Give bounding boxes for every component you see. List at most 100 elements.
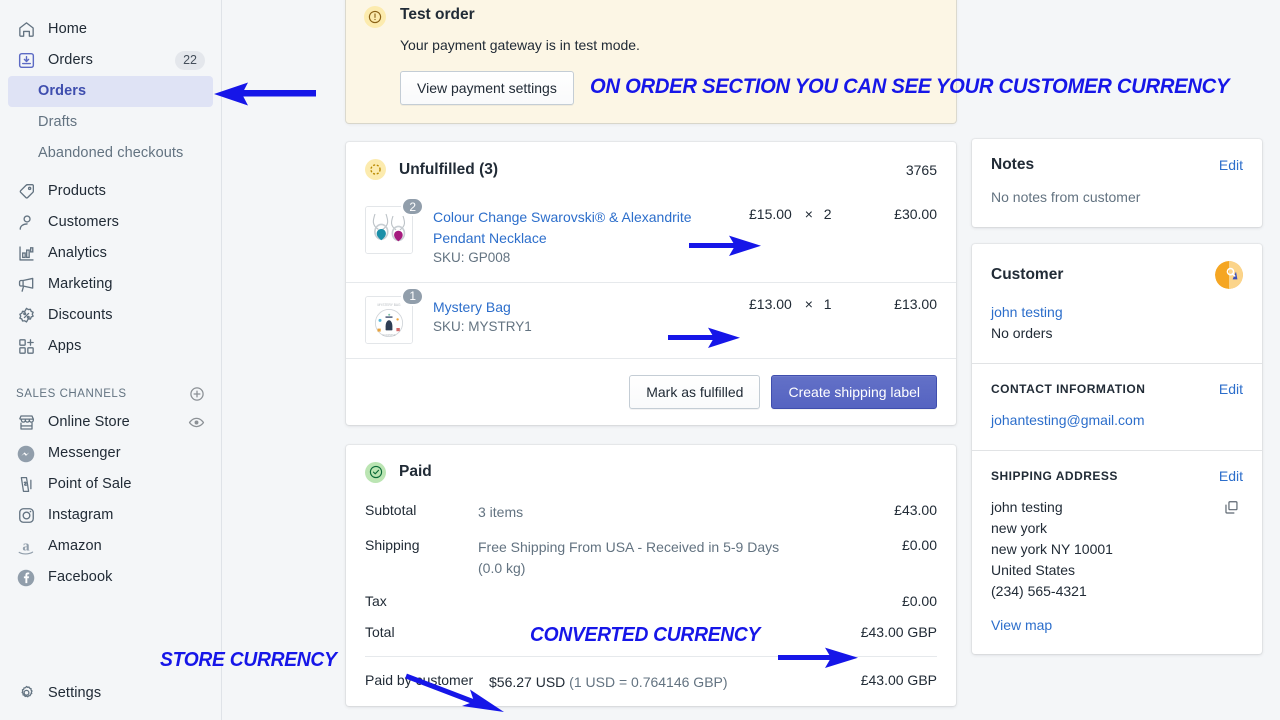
- contact-title: CONTACT INFORMATION: [991, 382, 1146, 396]
- row-value: £0.00: [901, 592, 937, 609]
- banner-body-text: Your payment gateway is in test mode.: [400, 37, 640, 53]
- sidebar-item-amazon[interactable]: a Amazon: [8, 531, 213, 562]
- sales-channels-label: SALES CHANNELS: [16, 388, 127, 400]
- row-key: Tax: [365, 592, 387, 609]
- person-icon: [16, 213, 36, 233]
- test-order-banner: Test order Your payment gateway is in te…: [346, 0, 956, 124]
- payment-row-paid-by-customer: Paid by customer $56.27 USD (1 USD = 0.7…: [365, 657, 937, 700]
- customer-avatar-icon: [1215, 261, 1243, 289]
- sidebar-item-products[interactable]: Products: [8, 176, 213, 207]
- payment-row-tax: Tax £0.00: [365, 586, 937, 616]
- sidebar-item-drafts[interactable]: Drafts: [8, 107, 213, 138]
- banner-header: Test order: [364, 5, 938, 28]
- payment-rows: Subtotal 3 items £43.00 Shipping Free Sh…: [346, 495, 956, 706]
- row-key: Total: [365, 623, 395, 640]
- mark-as-fulfilled-button[interactable]: Mark as fulfilled: [629, 374, 761, 409]
- sidebar-item-label: Messenger: [48, 445, 121, 462]
- create-shipping-label-button[interactable]: Create shipping label: [771, 374, 937, 409]
- customer-title: Customer: [991, 266, 1064, 283]
- shipping-header: SHIPPING ADDRESS Edit: [991, 468, 1243, 484]
- notes-card: Notes Edit No notes from customer: [972, 139, 1262, 227]
- view-payment-settings-button[interactable]: View payment settings: [400, 71, 574, 106]
- row-detail: Free Shipping From USA - Received in 5-9…: [478, 538, 780, 576]
- notes-title: Notes: [991, 156, 1035, 173]
- edit-shipping-link[interactable]: Edit: [1219, 468, 1243, 484]
- sidebar-item-label: Customers: [48, 214, 119, 231]
- customer-email-link[interactable]: johantesting@gmail.com: [991, 412, 1145, 428]
- facebook-icon: [16, 568, 36, 588]
- warning-exclamation-icon: [364, 6, 386, 28]
- sidebar-item-discounts[interactable]: Discounts: [8, 300, 213, 331]
- sidebar-item-settings[interactable]: Settings: [8, 678, 212, 709]
- sidebar-item-customers[interactable]: Customers: [8, 207, 213, 238]
- payment-card: Paid Subtotal 3 items £43.00 Shipping Fr…: [346, 444, 956, 706]
- line-item-total: £30.00: [894, 206, 937, 223]
- tag-icon: [16, 182, 36, 202]
- row-key: Shipping: [365, 536, 420, 553]
- copy-icon[interactable]: [1223, 497, 1243, 602]
- row-value: £43.00: [894, 501, 937, 518]
- messenger-icon: [16, 444, 36, 464]
- view-map-link[interactable]: View map: [991, 617, 1052, 633]
- edit-notes-link[interactable]: Edit: [1219, 157, 1243, 173]
- customer-name-link[interactable]: john testing: [991, 302, 1243, 323]
- address-line: new york: [991, 520, 1048, 536]
- check-circle-icon: [365, 461, 386, 483]
- contact-body: johantesting@gmail.com: [991, 410, 1243, 431]
- sidebar-item-label: Analytics: [48, 245, 107, 262]
- line-item-unit-price: £13.00: [749, 295, 792, 312]
- sidebar-item-point-of-sale[interactable]: Point of Sale: [8, 469, 213, 500]
- line-item-quantity-badge: 2: [401, 197, 424, 217]
- storefront-icon: [16, 413, 36, 433]
- sidebar-item-orders-sub[interactable]: Orders: [8, 76, 213, 107]
- sidebar-item-label: Discounts: [48, 307, 113, 324]
- sidebar-item-apps[interactable]: Apps: [8, 331, 213, 362]
- line-item: 2 Colour Change Swarovski® & Alexandrite…: [346, 193, 956, 279]
- sidebar-item-analytics[interactable]: Analytics: [8, 238, 213, 269]
- sidebar-item-label: Marketing: [48, 276, 113, 293]
- sidebar-item-label: Instagram: [48, 507, 114, 524]
- sidebar-item-label: Products: [48, 183, 107, 200]
- sidebar-item-marketing[interactable]: Marketing: [8, 269, 213, 300]
- sidebar-item-label: Apps: [48, 338, 82, 355]
- row-detail: $56.27 USD (1 USD = 0.764146 GBP): [489, 672, 817, 693]
- sidebar-item-facebook[interactable]: Facebook: [8, 562, 213, 593]
- main-sidebar: Home Orders 22 Orders Drafts Abandoned c…: [0, 0, 222, 720]
- primary-column: Test order Your payment gateway is in te…: [346, 0, 956, 720]
- eye-icon[interactable]: [188, 414, 205, 431]
- amazon-icon: a: [16, 537, 36, 557]
- banner-title: Test order: [400, 6, 475, 23]
- shopify-order-detail-screen: Home Orders 22 Orders Drafts Abandoned c…: [0, 0, 1280, 720]
- edit-contact-link[interactable]: Edit: [1219, 381, 1243, 397]
- shipping-address-lines: john testing new york new york NY 10001 …: [991, 497, 1223, 602]
- line-item-quantity: 1: [823, 295, 832, 312]
- row-value: £0.00: [901, 536, 937, 553]
- line-item-product-name[interactable]: Mystery Bag: [433, 297, 701, 317]
- exchange-rate: (1 USD = 0.764146 GBP): [569, 673, 728, 690]
- gear-icon: [16, 684, 36, 704]
- address-line: United States: [991, 562, 1076, 578]
- line-item-unit-price-group: £13.00 × 1: [749, 296, 853, 312]
- sidebar-item-abandoned-checkouts[interactable]: Abandoned checkouts: [8, 138, 213, 169]
- shipping-body: john testing new york new york NY 10001 …: [991, 497, 1243, 602]
- fulfillment-footer: Mark as fulfilled Create shipping label: [346, 357, 956, 425]
- sidebar-item-instagram[interactable]: Instagram: [8, 500, 213, 531]
- sidebar-item-orders[interactable]: Orders 22: [8, 45, 213, 76]
- payment-header: Paid: [346, 445, 956, 495]
- payment-row-subtotal: Subtotal 3 items £43.00: [365, 495, 937, 530]
- line-item-sku: SKU: MYSTRY1: [433, 319, 532, 335]
- fulfillment-card: Unfulfilled (3) 3765 2 Colour Change Swa…: [346, 142, 956, 425]
- notes-body: No notes from customer: [991, 189, 1141, 205]
- add-sales-channel-icon[interactable]: [189, 386, 205, 402]
- sidebar-item-online-store[interactable]: Online Store: [8, 407, 213, 438]
- line-item-quantity-badge: 1: [401, 286, 424, 306]
- sales-channels-header: SALES CHANNELS: [8, 381, 213, 407]
- customer-card: Customer john testing No orders CONTACT …: [972, 244, 1262, 654]
- line-item-product-name[interactable]: Colour Change Swarovski® & Alexandrite P…: [433, 207, 701, 248]
- sidebar-item-home[interactable]: Home: [8, 14, 213, 45]
- sidebar-item-messenger[interactable]: Messenger: [8, 438, 213, 469]
- contact-information-section: CONTACT INFORMATION Edit johantesting@gm…: [972, 364, 1262, 450]
- sidebar-item-label: Settings: [48, 685, 102, 702]
- multiply-sign: ×: [804, 206, 813, 223]
- payment-status: Paid: [399, 463, 432, 481]
